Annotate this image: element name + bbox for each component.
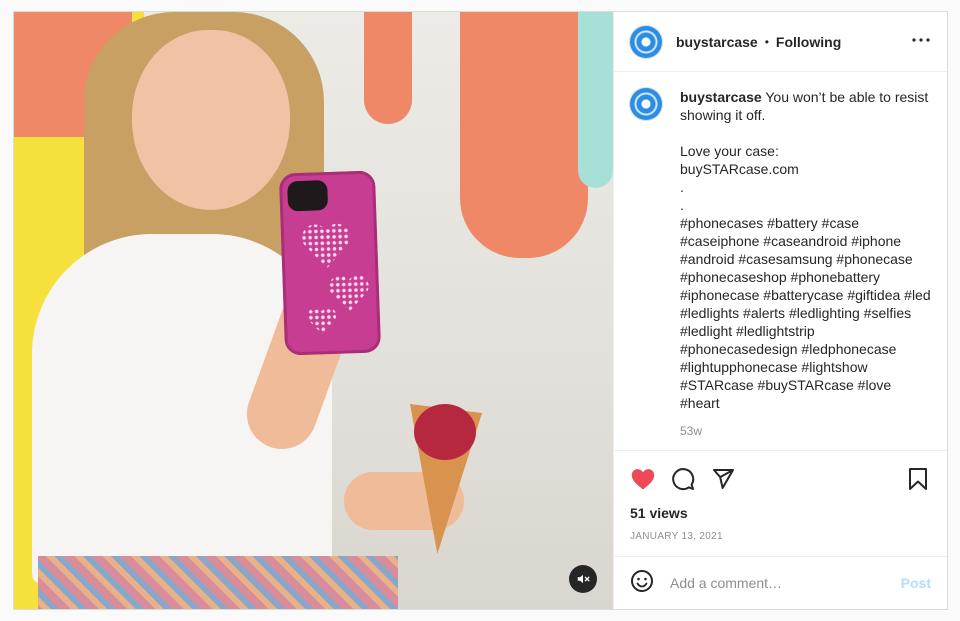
- post-dialog: buystarcase • Following buystarcase You …: [13, 11, 948, 610]
- add-comment-bar: Post: [614, 556, 947, 609]
- phone-case: [278, 170, 382, 356]
- post-header: buystarcase • Following: [614, 12, 947, 72]
- post-media[interactable]: [14, 12, 613, 609]
- mute-button[interactable]: [569, 565, 597, 593]
- action-icons: [630, 457, 931, 501]
- skirt: [38, 556, 398, 609]
- mute-icon: [577, 574, 590, 584]
- led-heart-medium: [328, 275, 369, 312]
- caption: buystarcase You won’t be able to resist …: [630, 88, 931, 440]
- caption-avatar[interactable]: [630, 88, 662, 120]
- led-heart-small: [308, 308, 337, 335]
- post-comment-button[interactable]: Post: [901, 575, 931, 591]
- share-button[interactable]: [710, 466, 736, 492]
- caption-age[interactable]: 53w: [680, 422, 931, 440]
- more-horizontal-icon: [912, 38, 930, 42]
- bookmark-icon: [909, 468, 927, 490]
- view-count[interactable]: 51 views: [630, 505, 931, 521]
- following-button[interactable]: Following: [776, 34, 841, 50]
- save-button[interactable]: [905, 466, 931, 492]
- emoji-button[interactable]: [630, 569, 654, 598]
- wall-paint-drip: [364, 12, 412, 124]
- separator-dot: •: [764, 34, 769, 49]
- wall-paint-drip: [460, 12, 588, 258]
- header-username[interactable]: buystarcase: [676, 34, 758, 50]
- post-date[interactable]: JANUARY 13, 2021: [630, 531, 931, 542]
- comment-button[interactable]: [670, 466, 696, 492]
- emoji-icon: [631, 569, 653, 592]
- caption-username[interactable]: buystarcase: [680, 89, 762, 105]
- heart-icon: [631, 469, 655, 490]
- caption-text: You won’t be able to resist showing it o…: [680, 89, 931, 411]
- wall-paint-teal: [578, 12, 613, 188]
- post-details: buystarcase • Following buystarcase You …: [613, 12, 947, 609]
- phone-camera: [287, 180, 329, 212]
- caption-body: buystarcase You won’t be able to resist …: [680, 88, 931, 440]
- share-icon: [713, 469, 734, 489]
- face: [132, 30, 290, 210]
- like-button[interactable]: [630, 466, 656, 492]
- action-bar: 51 views JANUARY 13, 2021: [614, 450, 947, 556]
- led-heart-large: [301, 221, 353, 269]
- ice-cream-scoop: [414, 404, 476, 460]
- comment-icon: [672, 468, 695, 491]
- more-options-button[interactable]: [909, 28, 933, 55]
- comment-input[interactable]: [670, 575, 901, 591]
- avatar[interactable]: [630, 25, 662, 58]
- comments-section: buystarcase You won’t be able to resist …: [614, 72, 947, 450]
